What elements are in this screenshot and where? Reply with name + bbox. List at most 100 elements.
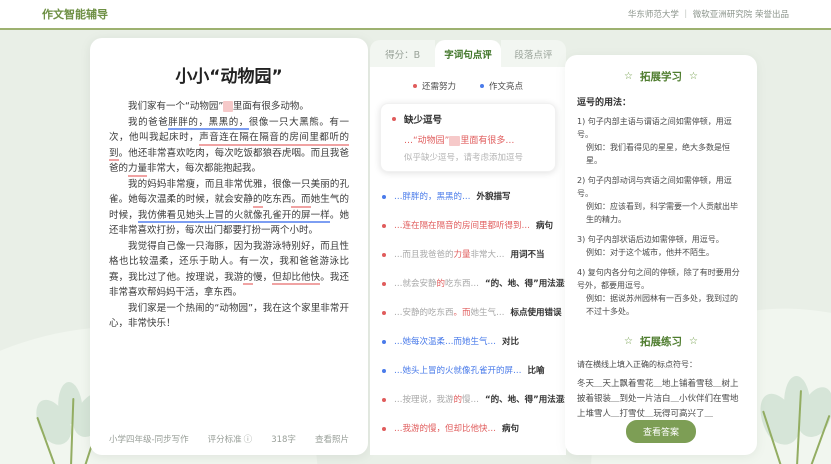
star-icon: ☆ <box>624 71 633 82</box>
essay-paragraph: 我们家有一个“动物园” 里面有很多动物。 <box>109 99 349 115</box>
legend-highlight: 作文亮点 <box>480 80 523 92</box>
review-item[interactable]: …连在隔在隔音的房间里都听得到…病句 <box>370 220 566 232</box>
rules-list: 1) 句子内部主语与谓语之间如需停顿，用逗号。例如：我们看得见的星星，绝大多数是… <box>577 115 745 318</box>
essay-highlight-red[interactable]: 但却比他快 <box>272 272 320 286</box>
info-icon: ⓘ <box>244 435 253 445</box>
word-count: 318字 <box>271 433 296 445</box>
essay-text: 慢， <box>253 272 272 283</box>
app-title: 作文智能辅导 <box>42 6 108 22</box>
study-section-title: ☆ 拓展学习 ☆ <box>577 69 745 84</box>
review-list: …胖胖的，黑黑的…外貌描写 …连在隔在隔音的房间里都听得到…病句 …而且我爸爸的力量… <box>370 191 566 435</box>
app-header: 作文智能辅导 华东师范大学 ｜ 微软亚洲研究院 荣誉出品 <box>0 0 831 30</box>
rule-item: 2) 句子内部动词与宾语之间如需停顿，用逗号。例如：应该看到，科学需要一个人贡献… <box>577 174 745 226</box>
study-subtitle: 逗号的用法： <box>577 95 745 108</box>
practice-instruction: 请在横线上填入正确的标点符号： <box>577 359 745 370</box>
red-dot-icon <box>382 282 386 286</box>
review-quote: …而且我爸爸的力量非常大…用词不当 <box>394 249 545 261</box>
star-icon: ☆ <box>624 336 633 347</box>
essay-text: 里面有很多动物。 <box>233 101 309 112</box>
red-dot-icon <box>382 224 386 228</box>
red-dot-icon <box>413 84 417 88</box>
review-item[interactable]: …而且我爸爸的力量非常大…用词不当 <box>370 249 566 261</box>
review-quote: …我游的慢，但却比他快…病句 <box>394 423 519 435</box>
essay-highlight-red[interactable]: 。而 <box>291 194 310 208</box>
review-tabs: 得分：B 字词句点评 段落点评 <box>370 40 566 67</box>
rule-item: 4) 复句内各分句之间的停顿，除了有时要用分号外，都要用逗号。例如：据说苏州园林… <box>577 266 745 318</box>
essay-panel: 小小“动物园” 我们家有一个“动物园” 里面有很多动物。我的爸爸胖胖的，黑黑的，… <box>90 38 368 455</box>
essay-paragraph: 我的爸爸胖胖的，黑黑的，很像一只大黑熊。有一次，他叫我起床时，声音连在隔在隔音的… <box>109 115 349 177</box>
issue-title-row: 缺少逗号 <box>392 112 544 126</box>
review-item[interactable]: …胖胖的，黑黑的…外貌描写 <box>370 191 566 203</box>
practice-exercise: 冬天＿天上飘着雪花＿地上铺着雪毯＿树上披着银装＿到处一片洁白＿小伙伴们在雪地上堆… <box>577 377 745 422</box>
view-answer-button[interactable]: 查看答案 <box>626 420 696 443</box>
review-item[interactable]: …就会安静的吃东西…“的、地、得”用法混淆 <box>370 278 566 290</box>
review-item[interactable]: …安静的吃东西。而她生气…标点使用错误 <box>370 307 566 319</box>
review-label: 标点使用错误 <box>511 308 562 318</box>
blue-dot-icon <box>382 195 386 199</box>
essay-text: 我们家有一个“动物园” <box>128 101 223 112</box>
review-label: 病句 <box>502 424 519 434</box>
legend-needs-work: 还需努力 <box>413 80 456 92</box>
blank-marker[interactable] <box>223 101 233 112</box>
essay-title: 小小“动物园” <box>109 62 349 87</box>
review-body: 还需努力 作文亮点 缺少逗号 …“动物园” 里面有很多… 似乎缺少逗号，请考虑添… <box>370 67 566 455</box>
review-quote: …她头上冒的火就像孔雀开的屏…比喻 <box>394 365 545 377</box>
review-legend: 还需努力 作文亮点 <box>370 67 566 98</box>
essay-text: 吃东西 <box>263 194 292 205</box>
header-credits: 华东师范大学 ｜ 微软亚洲研究院 荣誉出品 <box>628 8 789 20</box>
essay-text: 非常大，每次都能抱起我。 <box>147 163 261 174</box>
review-quote: …安静的吃东西。而她生气…标点使用错误 <box>394 307 562 319</box>
review-panel: 得分：B 字词句点评 段落点评 还需努力 作文亮点 缺少逗号 …“动物园” 里面… <box>370 40 566 455</box>
issue-suggestion: 似乎缺少逗号，请考虑添加逗号 <box>404 151 544 163</box>
app-window: 作文智能辅导 华东师范大学 ｜ 微软亚洲研究院 荣誉出品 小小“动物园” 我们家… <box>0 0 831 464</box>
essay-paragraph: 我觉得自己像一只海豚，因为我游泳特别好，而且性格也比较温柔，还乐于助人。有一次，… <box>109 239 349 301</box>
expanded-issue-card[interactable]: 缺少逗号 …“动物园” 里面有很多… 似乎缺少逗号，请考虑添加逗号 <box>380 103 556 172</box>
review-label: “的、地、得”用法混淆 <box>485 279 566 289</box>
tab-score[interactable]: 得分：B <box>370 40 435 67</box>
review-quote: …她每次温柔…而她生气…对比 <box>394 336 519 348</box>
study-title: 拓展学习 <box>640 69 682 84</box>
essay-highlight-blue[interactable]: 胖胖的，黑黑的， <box>168 117 249 131</box>
essay-highlight-red[interactable]: 的 <box>253 194 263 208</box>
red-dot-icon <box>382 398 386 402</box>
view-photo-link[interactable]: 查看照片 <box>315 433 349 445</box>
essay-paragraph: 我们家是一个热闹的“动物园”，我在这个家里非常开心，非常快乐！ <box>109 301 349 332</box>
blue-dot-icon <box>382 340 386 344</box>
rule-item: 1) 句子内部主语与谓语之间如需停顿，用逗号。例如：我们看得见的星星，绝大多数是… <box>577 115 745 167</box>
review-label: 用词不当 <box>511 250 545 260</box>
essay-highlight-red[interactable]: 的 <box>243 272 253 286</box>
review-quote: …胖胖的，黑黑的…外貌描写 <box>394 191 511 203</box>
essay-footer: 小学四年级-同步写作 评分标准ⓘ 318字 查看照片 <box>109 433 349 445</box>
review-label: 病句 <box>536 221 553 231</box>
blank-marker <box>449 136 460 146</box>
rule-item: 3) 句子内部状语后边如需停顿，用逗号。例如：对于这个城市，他并不陌生。 <box>577 233 745 259</box>
review-item[interactable]: …按理说，我游的慢…“的、地、得”用法混淆 <box>370 394 566 406</box>
essay-highlight-red[interactable]: 力量 <box>128 163 147 177</box>
review-quote: …按理说，我游的慢…“的、地、得”用法混淆 <box>394 394 566 406</box>
review-item[interactable]: …她头上冒的火就像孔雀开的屏…比喻 <box>370 365 566 377</box>
tab-word-sentence-review[interactable]: 字词句点评 <box>435 40 500 67</box>
star-icon: ☆ <box>689 71 698 82</box>
review-quote: …就会安静的吃东西…“的、地、得”用法混淆 <box>394 278 566 290</box>
tab-paragraph-review[interactable]: 段落点评 <box>501 40 566 67</box>
red-dot-icon <box>382 253 386 257</box>
red-dot-icon <box>382 427 386 431</box>
review-label: 对比 <box>502 337 519 347</box>
review-item[interactable]: …她每次温柔…而她生气…对比 <box>370 336 566 348</box>
issue-title: 缺少逗号 <box>404 112 442 126</box>
red-dot-icon <box>392 117 396 121</box>
study-panel: ☆ 拓展学习 ☆ 逗号的用法： 1) 句子内部主语与谓语之间如需停顿，用逗号。例… <box>565 55 757 455</box>
essay-paragraph: 我的妈妈非常瘦，而且非常优雅，很像一只美丽的孔雀。她每次温柔的时候，就会安静的吃… <box>109 177 349 239</box>
review-label: 比喻 <box>528 366 545 376</box>
essay-highlight-blue[interactable]: 我仿佛看见她头上冒的火就像孔雀开的屏一样 <box>138 210 330 224</box>
blue-dot-icon <box>382 369 386 373</box>
rubric-link[interactable]: 评分标准ⓘ <box>208 433 253 445</box>
blue-dot-icon <box>480 84 484 88</box>
essay-body: 我们家有一个“动物园” 里面有很多动物。我的爸爸胖胖的，黑黑的，很像一只大黑熊。… <box>109 99 349 332</box>
essay-text: 我们家是一个热闹的“动物园”，我在这个家里非常开心，非常快乐！ <box>109 303 349 330</box>
red-dot-icon <box>382 311 386 315</box>
practice-section-title: ☆ 拓展练习 ☆ <box>577 334 745 349</box>
issue-quote: …“动物园” 里面有很多… <box>404 133 544 146</box>
review-item[interactable]: …我游的慢，但却比他快…病句 <box>370 423 566 435</box>
review-label: “的、地、得”用法混淆 <box>485 395 566 405</box>
